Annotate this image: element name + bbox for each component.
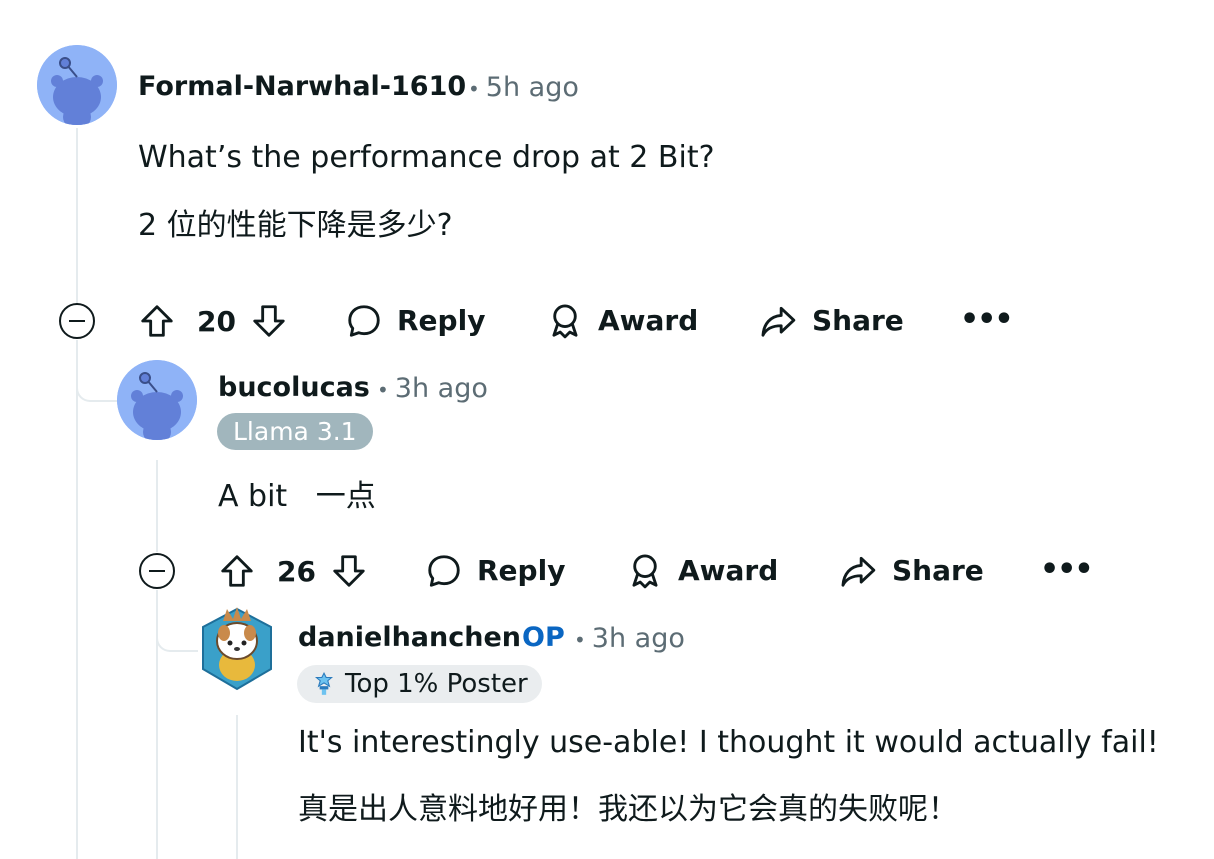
reply-label: Reply bbox=[397, 304, 486, 337]
more-options-button[interactable]: ••• bbox=[960, 305, 1014, 335]
comment-body-line: 真是出人意料地好用！我还以为它会真的失败呢！ bbox=[298, 792, 958, 827]
comment-timestamp: • 5h ago bbox=[468, 72, 579, 103]
comment-timestamp: • 3h ago bbox=[377, 373, 488, 404]
more-options-button[interactable]: ••• bbox=[1040, 555, 1094, 585]
thread-line-level1[interactable] bbox=[76, 128, 78, 306]
award-label: Award bbox=[678, 554, 779, 587]
thread-line-level2[interactable] bbox=[156, 460, 158, 552]
share-button[interactable]: Share bbox=[838, 552, 984, 590]
share-label: Share bbox=[812, 304, 904, 337]
user-flair: Top 1% Poster bbox=[297, 665, 542, 703]
award-label: Award bbox=[598, 304, 699, 337]
op-badge: OP bbox=[522, 622, 565, 653]
custom-avatar-icon bbox=[202, 607, 272, 691]
comment-bubble-icon bbox=[428, 555, 460, 587]
reply-label: Reply bbox=[477, 554, 566, 587]
avatar[interactable] bbox=[197, 603, 277, 693]
comment-bubble-icon bbox=[348, 305, 380, 337]
vote-count: 26 bbox=[277, 555, 316, 588]
share-icon bbox=[841, 556, 876, 587]
award-icon bbox=[632, 554, 658, 589]
downvote-button[interactable] bbox=[250, 302, 288, 340]
thread-connector-reply1 bbox=[76, 378, 118, 402]
comment-body-line: What’s the performance drop at 2 Bit? bbox=[138, 140, 715, 175]
downvote-icon bbox=[253, 305, 285, 337]
snoo-avatar-icon bbox=[117, 360, 197, 440]
reply-button[interactable]: Reply bbox=[425, 552, 565, 590]
award-icon bbox=[552, 304, 578, 339]
thread-connector-reply2 bbox=[156, 628, 198, 652]
user-flair: Llama 3.1 bbox=[217, 413, 373, 450]
comment-author[interactable]: Formal-Narwhal-1610 bbox=[138, 73, 466, 100]
comment-author[interactable]: bucolucas bbox=[218, 374, 370, 401]
comment-body-line: A bit 一点 bbox=[218, 479, 376, 514]
flair-label: Top 1% Poster bbox=[345, 669, 528, 699]
collapse-button[interactable] bbox=[59, 303, 95, 339]
vote-count: 20 bbox=[197, 305, 236, 338]
thread-line-level3[interactable] bbox=[236, 715, 238, 859]
award-button[interactable]: Award bbox=[546, 302, 698, 340]
share-icon bbox=[761, 306, 796, 337]
comment-body-line: It's interestingly use-able! I thought i… bbox=[298, 725, 1159, 760]
avatar[interactable] bbox=[37, 45, 117, 125]
upvote-icon bbox=[141, 305, 173, 337]
share-button[interactable]: Share bbox=[758, 302, 904, 340]
upvote-button[interactable] bbox=[218, 552, 256, 590]
comment-body-line: 2 位的性能下降是多少? bbox=[138, 208, 453, 243]
avatar[interactable] bbox=[117, 360, 197, 440]
top-poster-icon bbox=[314, 671, 334, 695]
upvote-button[interactable] bbox=[138, 302, 176, 340]
share-label: Share bbox=[892, 554, 984, 587]
comment-author[interactable]: danielhanchen bbox=[298, 624, 521, 651]
snoo-avatar-icon bbox=[37, 45, 117, 125]
upvote-icon bbox=[221, 555, 253, 587]
thread-line-level1-continue[interactable] bbox=[76, 340, 78, 859]
reply-button[interactable]: Reply bbox=[345, 302, 485, 340]
comment-timestamp: • 3h ago bbox=[574, 623, 685, 654]
downvote-icon bbox=[333, 555, 365, 587]
collapse-button[interactable] bbox=[139, 553, 175, 589]
downvote-button[interactable] bbox=[330, 552, 368, 590]
award-button[interactable]: Award bbox=[626, 552, 778, 590]
